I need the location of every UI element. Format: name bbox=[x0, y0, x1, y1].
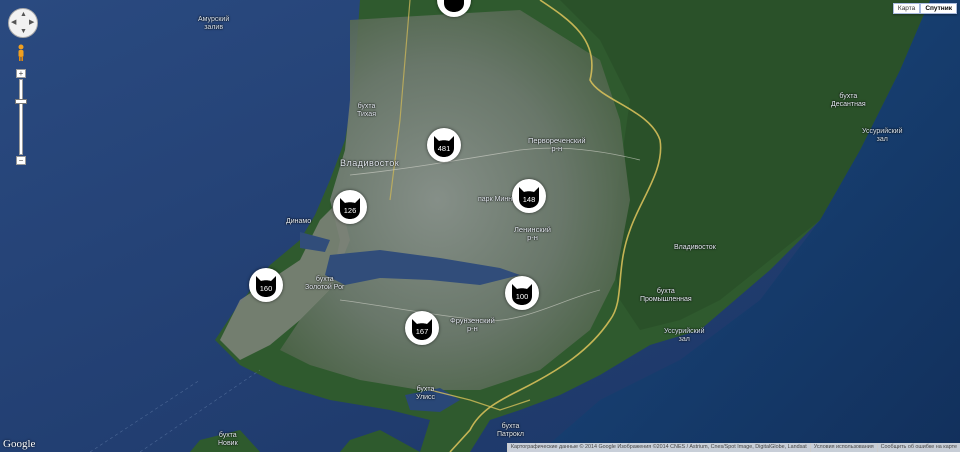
novik-bay-label: бухта Новик bbox=[218, 432, 238, 447]
patrokl-bay-label: бухта Патрокл bbox=[497, 423, 524, 438]
ulysses-bay-label: бухта Улисс bbox=[416, 386, 435, 401]
pan-up-icon[interactable]: ▲ bbox=[20, 11, 27, 18]
zolotoy-rog-label: бухта Золотой Рог bbox=[305, 276, 345, 291]
tikhaya-bay-label: бухта Тихая bbox=[357, 103, 376, 118]
google-logo[interactable]: Google bbox=[3, 438, 35, 450]
cat-head-icon bbox=[444, 0, 464, 12]
dinamo-label: Динамо bbox=[286, 218, 312, 225]
pervorechensky-district-label: Первореченский р-н bbox=[528, 136, 586, 153]
map-attribution: Картографические данные © 2014 Google Из… bbox=[506, 443, 810, 452]
zoom-control: + − bbox=[15, 69, 27, 165]
satellite-imagery bbox=[0, 0, 960, 452]
ussuri-bay-label-bottom: Уссурийский зал bbox=[664, 328, 705, 343]
zoom-slider-handle[interactable] bbox=[15, 99, 27, 104]
map-type-satellite-button[interactable]: Спутник bbox=[920, 3, 957, 14]
satellite-map[interactable]: Амурский залив Владивосток Первореченский… bbox=[0, 0, 960, 452]
vladivostok-city-label: Владивосток bbox=[340, 158, 400, 168]
desantnaya-bay-label: бухта Десантная bbox=[831, 93, 866, 108]
cat-marker-481[interactable]: 481 bbox=[427, 128, 461, 162]
cat-marker-100[interactable]: 100 bbox=[505, 276, 539, 310]
map-type-control: Карта Спутник bbox=[892, 3, 957, 14]
zoom-in-button[interactable]: + bbox=[16, 69, 26, 78]
frunzensky-district-label: Фрунзенский р-н bbox=[450, 316, 495, 333]
pan-control[interactable]: ▲ ▼ ◀ ▶ bbox=[8, 8, 38, 38]
leninsky-district-label: Ленинский р-н bbox=[514, 225, 551, 242]
cat-marker-148[interactable]: 148 bbox=[512, 179, 546, 213]
map-type-map-button[interactable]: Карта bbox=[892, 3, 921, 14]
cat-marker-167[interactable]: 167 bbox=[405, 311, 439, 345]
zoom-out-button[interactable]: − bbox=[16, 156, 26, 165]
promyshlennaya-bay-label: бухта Промышленная bbox=[640, 288, 692, 303]
amur-bay-label: Амурский залив bbox=[198, 16, 230, 31]
map-footer: Картографические данные © 2014 Google Из… bbox=[506, 443, 960, 452]
terms-of-use-link[interactable]: Условия использования bbox=[809, 443, 877, 452]
ussuri-bay-label-top: Уссурийский зал bbox=[862, 128, 903, 143]
zoom-slider-track[interactable] bbox=[19, 79, 23, 155]
cat-marker-126[interactable]: 126 bbox=[333, 190, 367, 224]
pan-right-icon[interactable]: ▶ bbox=[29, 19, 34, 26]
pan-left-icon[interactable]: ◀ bbox=[11, 19, 16, 26]
vladivostok-east-label: Владивосток bbox=[674, 244, 716, 251]
street-view-pegman-icon[interactable] bbox=[17, 44, 25, 62]
cat-marker-160[interactable]: 160 bbox=[249, 268, 283, 302]
report-map-error-link[interactable]: Сообщить об ошибке на карте bbox=[876, 443, 960, 452]
pan-down-icon[interactable]: ▼ bbox=[20, 28, 27, 35]
